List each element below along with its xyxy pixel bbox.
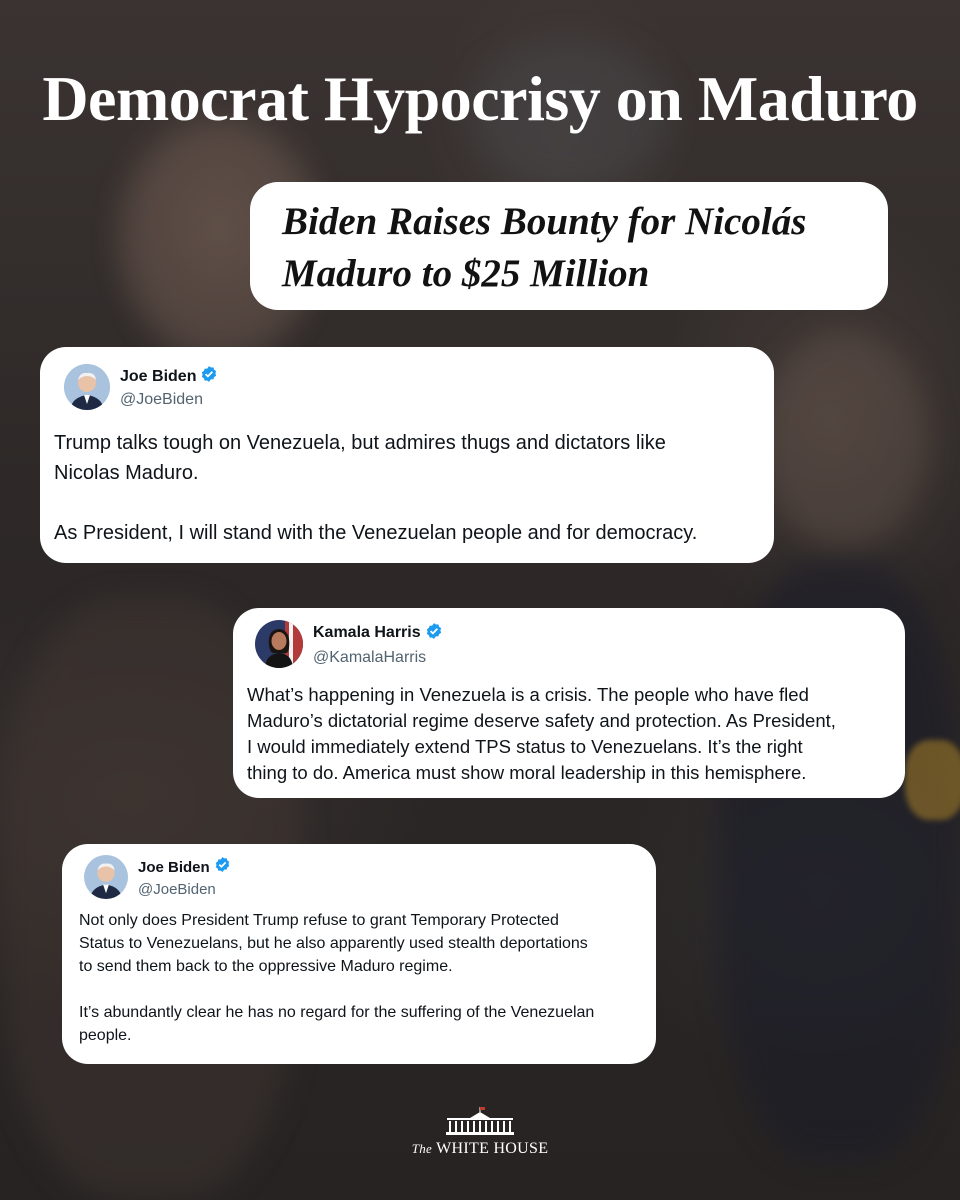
tweet-author-name[interactable]: Joe Biden [120,368,196,386]
wordmark-the: The [411,1141,433,1156]
verified-badge-icon [425,622,443,645]
tweet-card-harris: Kamala Harris @KamalaHarris What’s happe… [233,608,905,798]
tweet-header: Joe Biden @JoeBiden [64,364,218,410]
background-badge [905,740,960,820]
wordmark-name: WHITE HOUSE [436,1140,549,1157]
headline-line-1: Biden Raises Bounty for Nicolás [282,200,807,243]
tweet-header: Kamala Harris @KamalaHarris [255,620,443,668]
tweet-author-handle[interactable]: @JoeBiden [120,391,218,409]
person-avatar-icon[interactable] [255,620,303,668]
tweet-text: What’s happening in Venezuela is a crisi… [247,684,836,783]
person-avatar-icon[interactable] [64,364,110,410]
tweet-header: Joe Biden @JoeBiden [84,855,231,899]
white-house-wordmark: The WHITE HOUSE [380,1140,580,1158]
tweet-card-biden-2: Joe Biden @JoeBiden Not only does Presid… [62,844,656,1064]
person-avatar-icon[interactable] [84,855,128,899]
tweet-author-handle[interactable]: @JoeBiden [138,881,231,898]
verified-badge-icon [200,365,218,388]
tweet-text: Trump talks tough on Venezuela, but admi… [54,432,698,544]
verified-badge-icon [214,856,231,878]
background-figure [760,330,930,550]
tweet-card-biden-1: Joe Biden @JoeBiden Trump talks tough on… [40,347,774,563]
tweet-text: Not only does President Trump refuse to … [79,912,595,1044]
headline-line-2: Maduro to $25 Million [282,252,650,295]
white-house-icon [446,1107,514,1135]
news-headline-card: Biden Raises Bounty for Nicolás Maduro t… [250,182,888,310]
tweet-author-name[interactable]: Joe Biden [138,859,210,876]
tweet-author-handle[interactable]: @KamalaHarris [313,649,443,667]
page-title: Democrat Hypocrisy on Maduro [42,63,918,134]
white-house-logo: The WHITE HOUSE [380,1106,580,1158]
tweet-author-name[interactable]: Kamala Harris [313,624,421,642]
